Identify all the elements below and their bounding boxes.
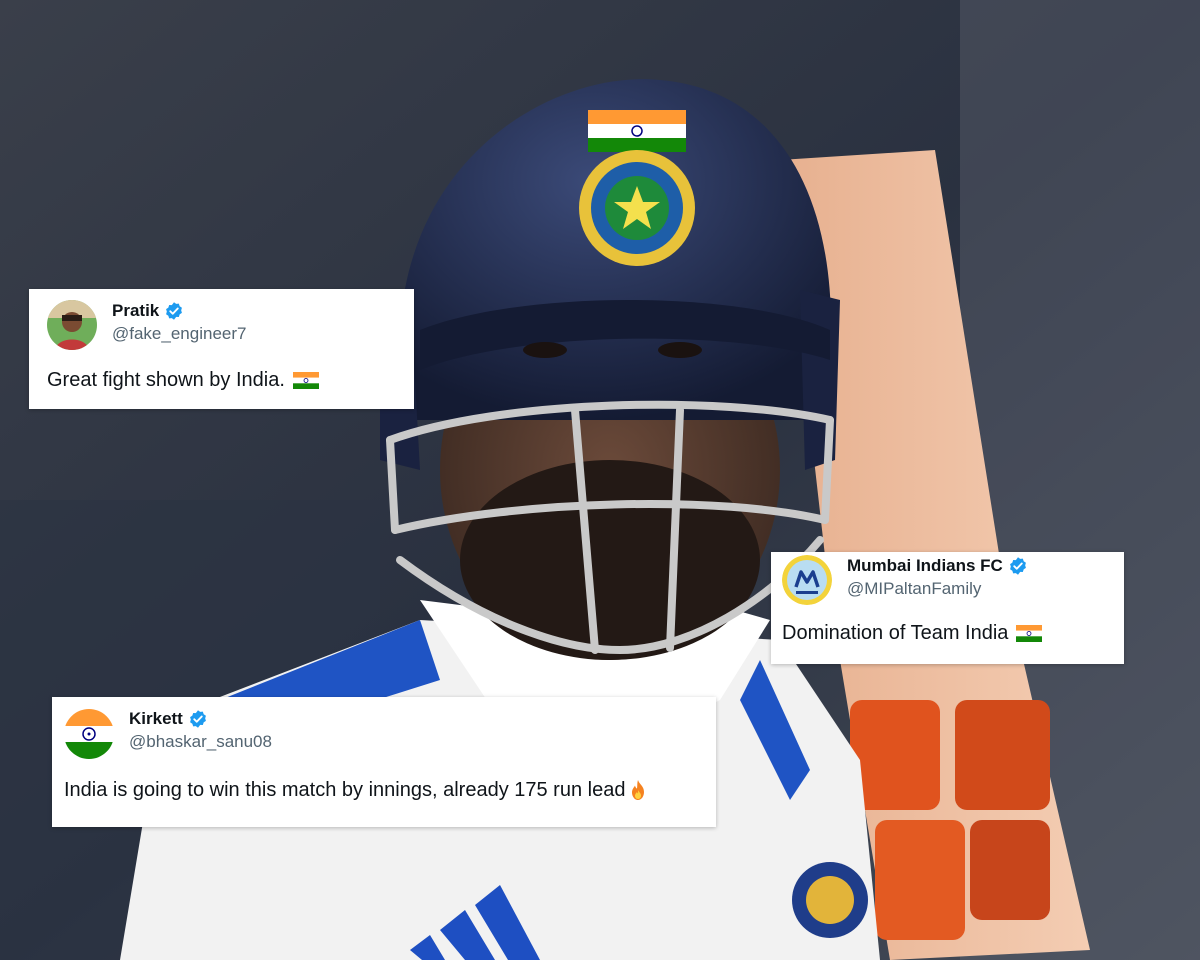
handle[interactable]: @MIPaltanFamily bbox=[847, 579, 981, 599]
display-name[interactable]: Pratik bbox=[112, 301, 159, 321]
handle[interactable]: @bhaskar_sanu08 bbox=[129, 732, 272, 752]
person-photo-avatar-icon bbox=[47, 300, 97, 350]
fire-icon bbox=[632, 780, 645, 800]
india-flag-icon bbox=[292, 372, 319, 389]
mi-logo-avatar-icon bbox=[782, 555, 832, 605]
tweet-card-kirkett[interactable]: Kirkett @bhaskar_sanu08 India is going t… bbox=[52, 697, 716, 827]
tweet-text: India is going to win this match by inni… bbox=[64, 778, 626, 801]
india-flag-icon bbox=[1016, 625, 1043, 642]
tweet-card-mumbai-indians[interactable]: Mumbai Indians FC @MIPaltanFamily Domina… bbox=[771, 552, 1124, 664]
tweet-card-pratik[interactable]: Pratik @fake_engineer7 Great fight shown… bbox=[29, 289, 414, 409]
avatar[interactable] bbox=[47, 300, 97, 350]
handle[interactable]: @fake_engineer7 bbox=[112, 324, 246, 344]
avatar[interactable] bbox=[782, 555, 832, 605]
display-name[interactable]: Kirkett bbox=[129, 709, 183, 729]
verified-badge-icon bbox=[166, 302, 183, 320]
tweet-text: Domination of Team India bbox=[782, 622, 1009, 644]
verified-badge-icon bbox=[189, 710, 206, 728]
verified-badge-icon bbox=[1009, 557, 1026, 575]
tweet-text: Great fight shown by India. bbox=[47, 369, 285, 391]
india-flag-avatar-icon bbox=[64, 709, 114, 759]
avatar[interactable] bbox=[64, 709, 114, 759]
display-name[interactable]: Mumbai Indians FC bbox=[847, 556, 1003, 576]
